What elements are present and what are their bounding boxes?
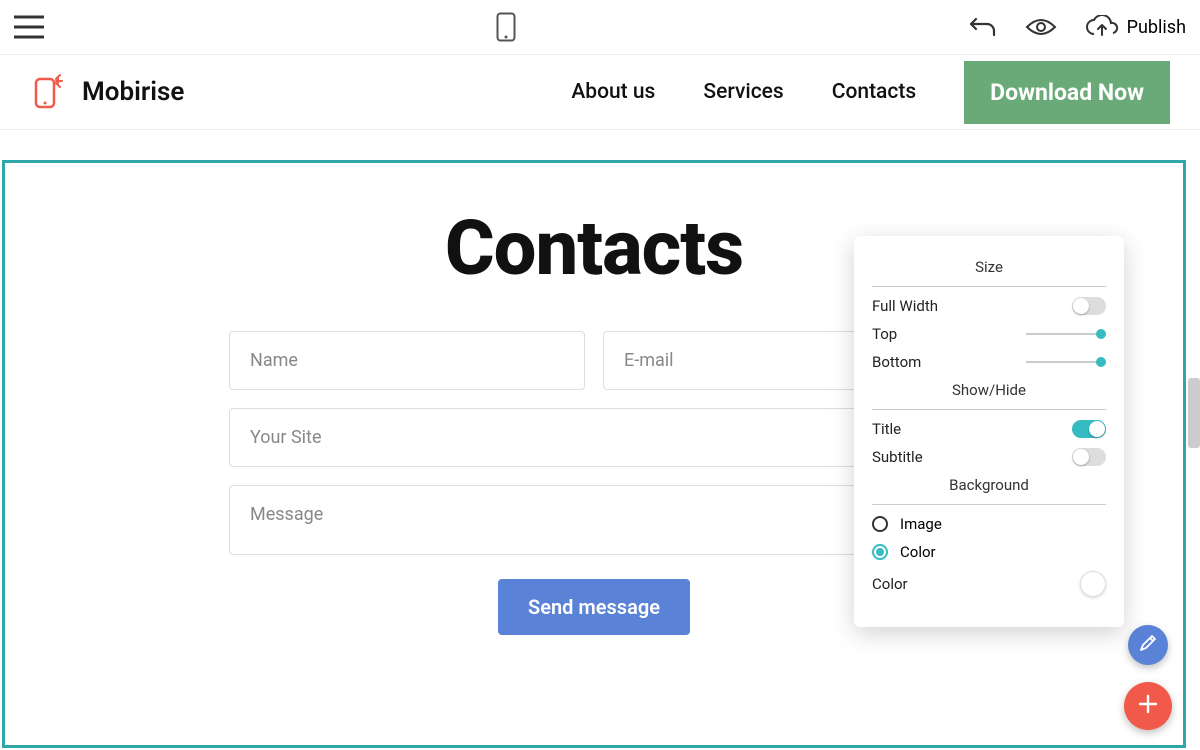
color-label: Color bbox=[872, 575, 908, 593]
brand-logo-icon[interactable] bbox=[30, 73, 68, 111]
undo-icon[interactable] bbox=[969, 15, 997, 39]
menu-icon[interactable] bbox=[14, 15, 44, 39]
edit-styles-fab[interactable] bbox=[1128, 625, 1168, 665]
nav-services[interactable]: Services bbox=[703, 80, 783, 104]
publish-label: Publish bbox=[1127, 17, 1186, 38]
publish-button[interactable]: Publish bbox=[1085, 15, 1186, 39]
bg-color-label: Color bbox=[900, 543, 936, 561]
subtitle-toggle-label: Subtitle bbox=[872, 448, 923, 466]
device-mobile-icon[interactable] bbox=[496, 12, 516, 42]
appbar-left bbox=[14, 15, 44, 39]
site-nav: About us Services Contacts Download Now bbox=[571, 61, 1170, 124]
nav-contacts[interactable]: Contacts bbox=[832, 80, 916, 104]
full-width-label: Full Width bbox=[872, 297, 938, 315]
divider bbox=[872, 409, 1106, 410]
bg-image-label: Image bbox=[900, 515, 942, 533]
title-toggle-label: Title bbox=[872, 420, 901, 438]
plus-icon bbox=[1137, 693, 1159, 719]
radio-icon bbox=[872, 516, 888, 532]
download-now-button[interactable]: Download Now bbox=[964, 61, 1170, 124]
title-toggle[interactable] bbox=[1072, 420, 1106, 438]
site-header: Mobirise About us Services Contacts Down… bbox=[0, 55, 1200, 130]
site-input[interactable] bbox=[229, 408, 959, 467]
brand-name[interactable]: Mobirise bbox=[82, 77, 184, 107]
top-slider[interactable] bbox=[1026, 333, 1106, 335]
bottom-slider[interactable] bbox=[1026, 361, 1106, 363]
appbar-center bbox=[496, 12, 516, 42]
top-label: Top bbox=[872, 325, 897, 343]
divider bbox=[872, 286, 1106, 287]
add-block-fab[interactable] bbox=[1124, 682, 1172, 730]
divider bbox=[872, 504, 1106, 505]
contact-form: Send message bbox=[229, 331, 959, 635]
message-input[interactable] bbox=[229, 485, 959, 555]
scrollbar-thumb[interactable] bbox=[1188, 378, 1200, 448]
block-settings-popover: Size Full Width Top Bottom Show/Hide Tit… bbox=[854, 236, 1124, 627]
appbar-right: Publish bbox=[969, 15, 1186, 39]
section-size-title: Size bbox=[872, 258, 1106, 276]
pencil-icon bbox=[1139, 634, 1157, 656]
bg-color-radio-row[interactable]: Color bbox=[872, 543, 1106, 561]
bg-image-radio-row[interactable]: Image bbox=[872, 515, 1106, 533]
preview-eye-icon[interactable] bbox=[1025, 17, 1057, 37]
send-message-button[interactable]: Send message bbox=[498, 579, 690, 635]
cloud-upload-icon bbox=[1085, 15, 1119, 39]
app-toolbar: Publish bbox=[0, 0, 1200, 55]
name-input[interactable] bbox=[229, 331, 585, 390]
section-showhide-title: Show/Hide bbox=[872, 381, 1106, 399]
full-width-toggle[interactable] bbox=[1072, 297, 1106, 315]
subtitle-toggle[interactable] bbox=[1072, 448, 1106, 466]
color-swatch[interactable] bbox=[1080, 571, 1106, 597]
bottom-label: Bottom bbox=[872, 353, 921, 371]
section-background-title: Background bbox=[872, 476, 1106, 494]
radio-icon bbox=[872, 544, 888, 560]
nav-about[interactable]: About us bbox=[571, 80, 655, 104]
